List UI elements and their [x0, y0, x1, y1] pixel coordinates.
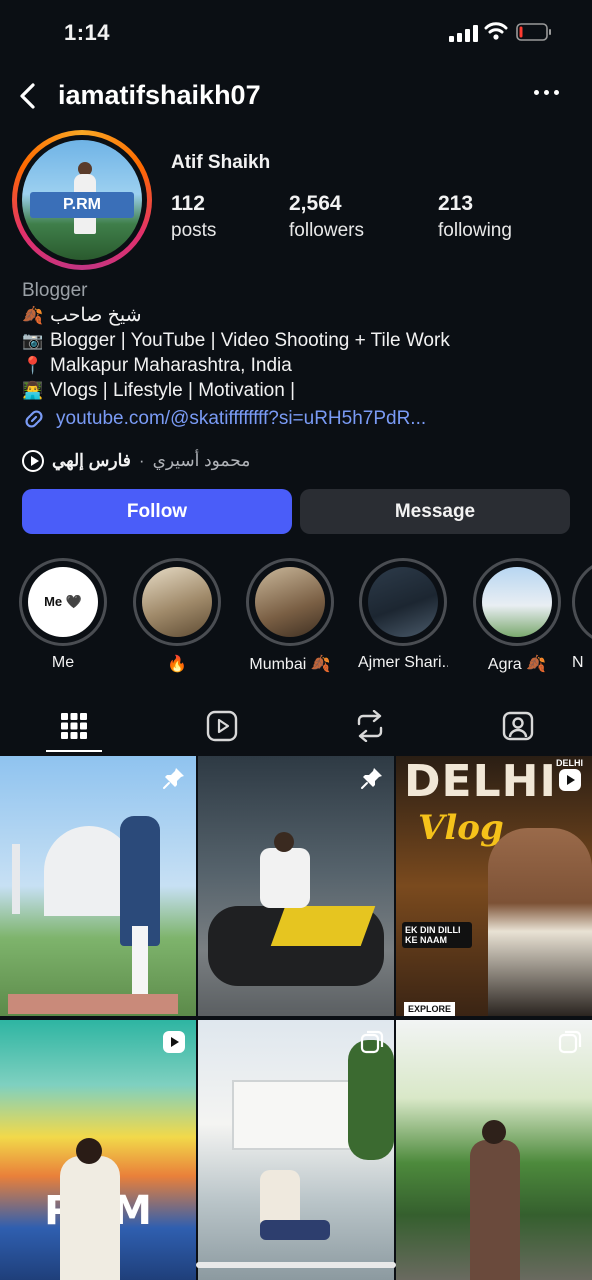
highlight-label: Me — [51, 654, 75, 671]
profile-music[interactable]: فارس إلهي · محمود أسيري — [22, 450, 250, 472]
post-tile[interactable] — [0, 756, 196, 1016]
wifi-icon — [484, 22, 508, 40]
bio-line-text: Blogger | YouTube | Video Shooting + Til… — [50, 330, 450, 351]
post-tile[interactable]: P.RM — [0, 1020, 196, 1280]
bio-line: 📷 Blogger | YouTube | Video Shooting + T… — [22, 328, 582, 353]
bio-category: Blogger — [22, 280, 88, 301]
stat-following-label: following — [438, 220, 512, 241]
highlight-label: 🔥 — [167, 656, 187, 673]
follow-button[interactable]: Follow — [22, 489, 292, 534]
link-icon — [25, 410, 43, 428]
stat-followers-label: followers — [289, 220, 364, 241]
highlight-label: Agra 🍂 — [487, 656, 547, 673]
post-tile[interactable]: DELHI Vlog EK DIN DILLI KE NAAM EXPLORE … — [396, 756, 592, 1016]
highlight-cover — [142, 567, 212, 637]
post-overlay-title: DELHI — [404, 756, 557, 807]
stat-posts-label: posts — [171, 220, 217, 241]
username-title: iamatifshaikh07 — [58, 80, 261, 110]
avatar-photo: P.RM — [22, 140, 142, 260]
bio-line-text: Malkapur Maharashtra, India — [50, 355, 292, 376]
profile-full-name: Atif Shaikh — [171, 152, 271, 173]
highlight-label: Ajmer Shari... — [358, 654, 448, 671]
highlight-cover — [482, 567, 552, 637]
tab-reposts[interactable] — [296, 698, 444, 754]
highlight-cover: Me 🖤 — [28, 567, 98, 637]
status-bar: 1:14 — [0, 0, 592, 66]
technologist-emoji: 👨‍💻 — [22, 381, 44, 400]
reposts-icon — [357, 710, 383, 742]
more-options-icon[interactable] — [534, 90, 562, 100]
bio-line-text: Vlogs | Lifestyle | Motivation | — [50, 380, 296, 401]
stat-followers-value: 2,564 — [289, 192, 342, 215]
tab-tagged[interactable] — [444, 698, 592, 754]
post-overlay-caption: EK DIN DILLI KE NAAM — [402, 922, 472, 948]
highlight-cover — [368, 567, 438, 637]
stat-posts-value: 112 — [171, 192, 205, 215]
highlight-item[interactable]: N — [572, 558, 592, 672]
pin-icon — [163, 768, 184, 789]
music-separator: · — [138, 451, 145, 470]
tagged-icon — [502, 711, 534, 741]
bio-link[interactable]: youtube.com/@skatiffffffff?si=uRH5h7PdR.… — [22, 407, 426, 431]
posts-grid: DELHI Vlog EK DIN DILLI KE NAAM EXPLORE … — [0, 756, 592, 1280]
bio-line: 📍 Malkapur Maharashtra, India — [22, 353, 582, 378]
highlight-label: N — [572, 654, 584, 671]
home-indicator[interactable] — [196, 1262, 396, 1268]
pin-emoji: 📍 — [22, 356, 44, 375]
bio-link-text[interactable]: youtube.com/@skatiffffffff?si=uRH5h7PdR.… — [56, 408, 426, 430]
post-overlay-location: DELHI — [556, 758, 583, 768]
highlight-item[interactable]: Ajmer Shari... — [358, 558, 448, 672]
highlight-item[interactable]: 🔥 — [132, 558, 222, 674]
message-button[interactable]: Message — [300, 489, 570, 534]
highlight-cover — [255, 567, 325, 637]
post-tile[interactable] — [198, 756, 394, 1016]
post-overlay-subtitle: Vlog — [418, 808, 504, 848]
reel-icon — [163, 1031, 185, 1053]
back-icon[interactable] — [16, 80, 40, 112]
camera-emoji: 📷 — [22, 331, 44, 350]
status-time: 1:14 — [64, 20, 111, 45]
bio-line: 👨‍💻 Vlogs | Lifestyle | Motivation | — [22, 378, 582, 403]
reels-icon — [206, 710, 238, 742]
leaf-emoji: 🍂 — [22, 306, 44, 325]
signal-icon — [449, 24, 478, 42]
grid-icon — [61, 713, 87, 739]
stat-posts[interactable]: 112 posts — [171, 192, 216, 242]
highlight-item[interactable]: Agra 🍂 — [472, 558, 562, 674]
tab-reels[interactable] — [148, 698, 296, 754]
tab-grid[interactable] — [0, 698, 148, 754]
active-tab-indicator — [46, 750, 102, 752]
post-overlay-explore: EXPLORE — [404, 1002, 456, 1016]
top-nav: iamatifshaikh07 — [0, 66, 592, 126]
highlight-item[interactable]: Me 🖤 Me — [18, 558, 108, 672]
stat-following[interactable]: 213 following — [438, 192, 512, 242]
battery-icon — [516, 23, 551, 41]
music-artist: محمود أسيري — [152, 451, 251, 470]
carousel-icon — [558, 1030, 582, 1054]
reel-icon — [559, 769, 581, 791]
post-tile[interactable] — [396, 1020, 592, 1280]
stat-followers[interactable]: 2,564 followers — [289, 192, 364, 242]
bio: Blogger 🍂 شيخ صاحب 📷 Blogger | YouTube |… — [22, 278, 582, 403]
stat-following-value: 213 — [438, 192, 474, 215]
music-title: فارس إلهي — [52, 451, 131, 470]
highlight-item[interactable]: Mumbai 🍂 — [245, 558, 335, 674]
bio-line-text: شيخ صاحب — [50, 305, 142, 326]
carousel-icon — [360, 1030, 384, 1054]
highlight-label: Mumbai 🍂 — [249, 656, 331, 673]
bio-line: 🍂 شيخ صاحب — [22, 303, 582, 328]
profile-tabs — [0, 698, 592, 754]
post-tile[interactable] — [198, 1020, 394, 1280]
pin-icon — [361, 768, 382, 789]
play-icon[interactable] — [22, 450, 44, 472]
avatar[interactable]: P.RM — [12, 130, 152, 270]
